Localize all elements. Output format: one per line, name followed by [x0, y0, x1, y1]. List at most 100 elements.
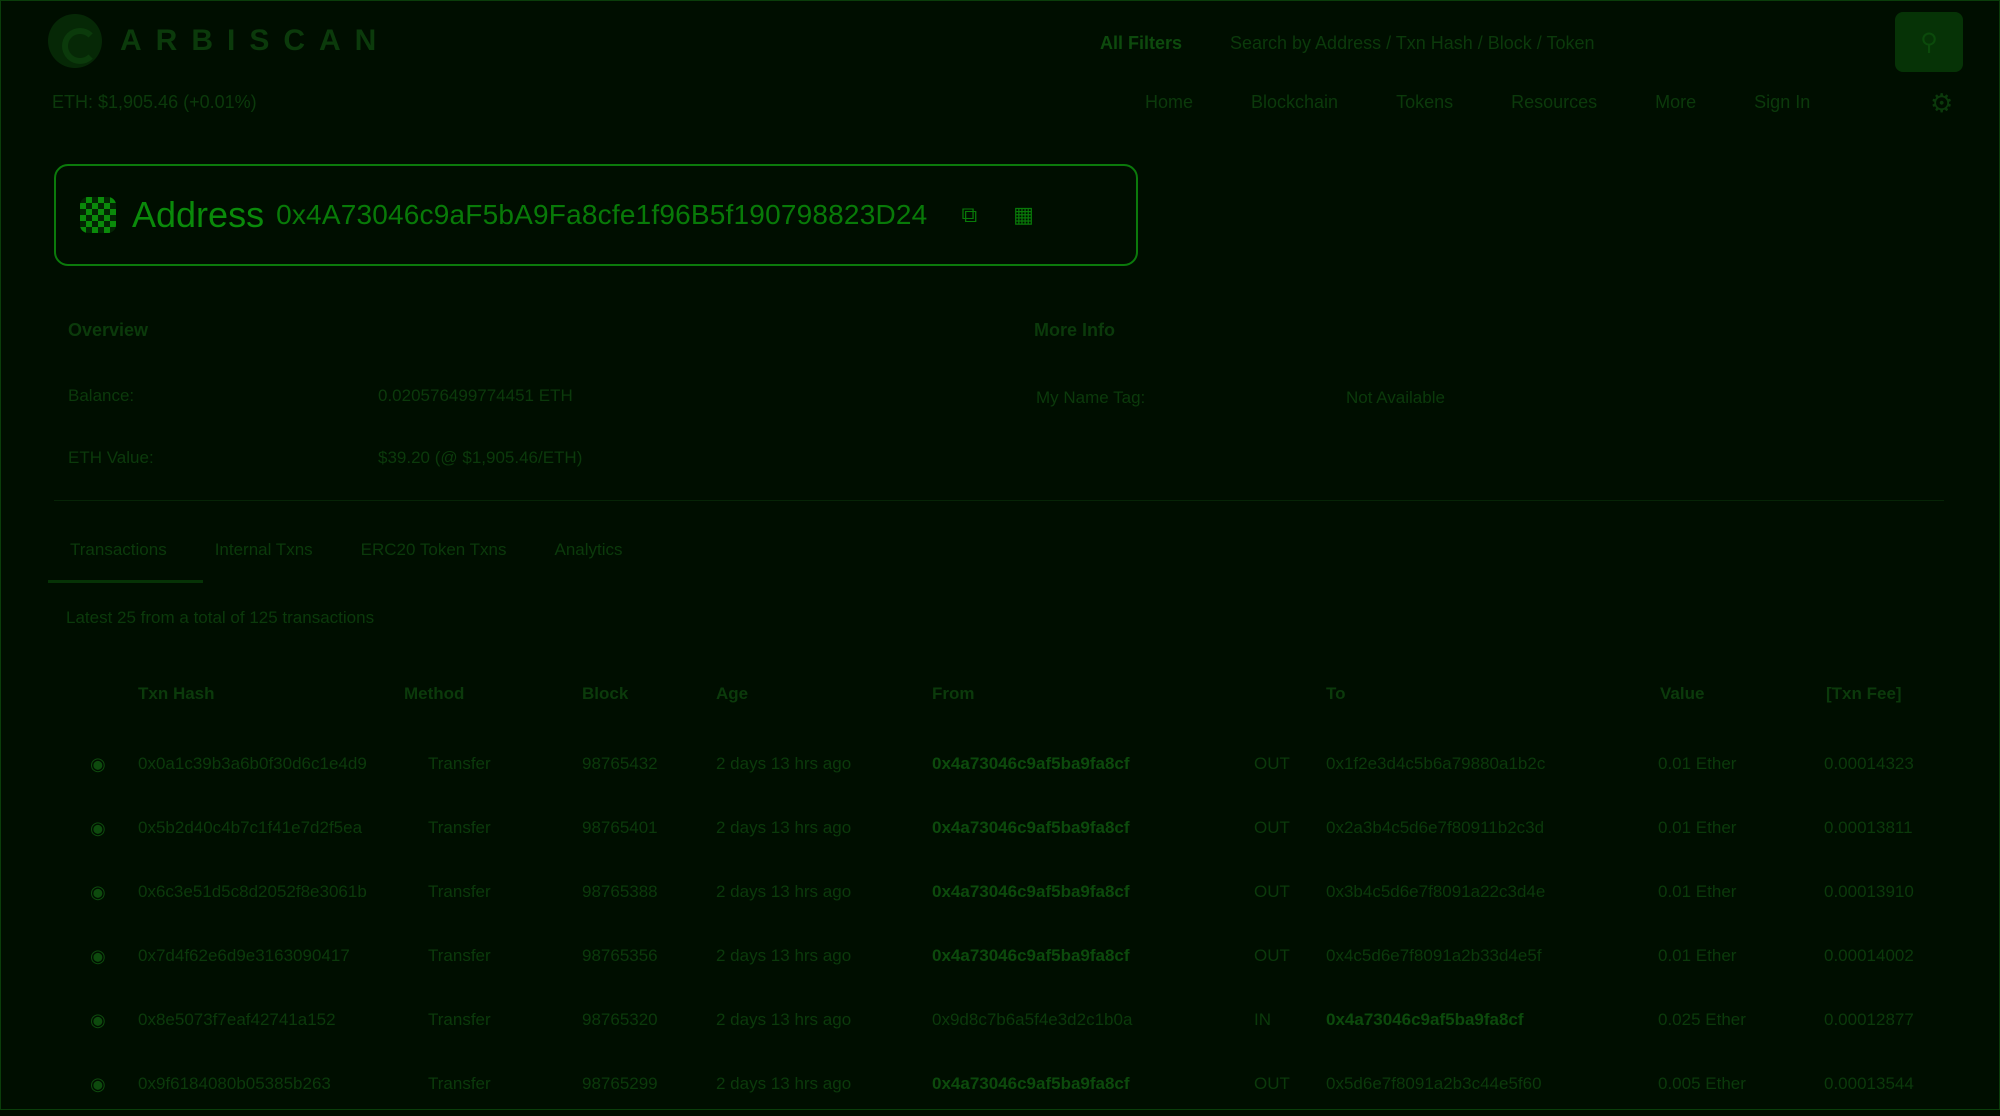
- method-badge: Transfer: [428, 818, 491, 837]
- table-row: ◉ 0x6c3e51d5c8d2052f8e3061b Transfer 987653…: [54, 860, 1944, 924]
- eye-icon[interactable]: ◉: [90, 818, 106, 839]
- method-badge: Transfer: [428, 882, 491, 901]
- search-input[interactable]: [1210, 31, 1890, 55]
- txn-hash[interactable]: 0x5b2d40c4b7c1f41e7d2f5ea: [138, 818, 362, 838]
- age: 2 days 13 hrs ago: [716, 882, 852, 901]
- eye-icon[interactable]: ◉: [90, 882, 106, 903]
- copy-icon[interactable]: ⧉: [961, 202, 977, 228]
- nav-more[interactable]: More: [1655, 92, 1696, 113]
- search-filter-select[interactable]: All Filters: [1100, 33, 1210, 54]
- latest-txn-summary: Latest 25 from a total of 125 transactio…: [66, 608, 375, 627]
- table-row: ◉ 0x9f6184080b05385b263 Transfer 98765299 2 …: [54, 1052, 1944, 1116]
- direction-badge: OUT: [1254, 818, 1290, 837]
- nav-tokens[interactable]: Tokens: [1396, 92, 1453, 113]
- nav-sign-in[interactable]: Sign In: [1754, 92, 1810, 113]
- nav-blockchain[interactable]: Blockchain: [1251, 92, 1338, 113]
- address-avatar-icon: [80, 197, 116, 233]
- name-tag-label: My Name Tag:: [1036, 388, 1146, 407]
- direction-badge: IN: [1254, 1010, 1271, 1029]
- txn-fee: 0.00014002: [1824, 946, 1914, 965]
- col-value: Value: [1660, 684, 1705, 703]
- tab-bar: Transactions Internal Txns ERC20 Token T…: [70, 540, 623, 560]
- to-address[interactable]: 0x2a3b4c5d6e7f80911b2c3d: [1326, 818, 1544, 838]
- col-txn-hash: Txn Hash: [138, 684, 215, 703]
- table-row: ◉ 0x8e5073f7eaf42741a152 Transfer 98765320 2…: [54, 988, 1944, 1052]
- block-number[interactable]: 98765320: [582, 1010, 658, 1030]
- to-address[interactable]: 0x4c5d6e7f8091a2b33d4e5f: [1326, 946, 1542, 966]
- eth-value-value: $39.20 (@ $1,905.46/ETH): [378, 448, 583, 467]
- col-from: From: [932, 684, 975, 703]
- value: 0.01 Ether: [1658, 754, 1737, 773]
- tab-erc20-token-txns[interactable]: ERC20 Token Txns: [361, 540, 507, 560]
- to-address[interactable]: 0x3b4c5d6e7f8091a22c3d4e: [1326, 882, 1545, 902]
- col-to: To: [1326, 684, 1346, 703]
- txn-fee: 0.00014323: [1824, 754, 1914, 773]
- direction-badge: OUT: [1254, 882, 1290, 901]
- main-nav: Home Blockchain Tokens Resources More Si…: [1145, 92, 1810, 113]
- nav-home[interactable]: Home: [1145, 92, 1193, 113]
- value: 0.01 Ether: [1658, 946, 1737, 965]
- txn-fee: 0.00013811: [1824, 818, 1913, 837]
- from-address[interactable]: 0x4a73046c9af5ba9fa8cf: [932, 818, 1130, 838]
- col-txn-fee: [Txn Fee]: [1826, 684, 1902, 703]
- name-tag-value: Not Available: [1346, 388, 1445, 407]
- txn-hash[interactable]: 0x8e5073f7eaf42741a152: [138, 1010, 336, 1030]
- more-info-title: More Info: [1034, 320, 1115, 340]
- to-address[interactable]: 0x5d6e7f8091a2b3c44e5f60: [1326, 1074, 1542, 1094]
- table-row: ◉ 0x0a1c39b3a6b0f30d6c1e4d9 Transfer 987654…: [54, 732, 1944, 796]
- logo-icon: [48, 14, 102, 68]
- age: 2 days 13 hrs ago: [716, 1010, 852, 1029]
- active-tab-indicator: [48, 580, 203, 583]
- col-age: Age: [716, 684, 749, 703]
- to-address[interactable]: 0x1f2e3d4c5b6a79880a1b2c: [1326, 754, 1545, 774]
- block-number[interactable]: 98765432: [582, 754, 658, 774]
- txn-hash[interactable]: 0x9f6184080b05385b263: [138, 1074, 331, 1094]
- block-number[interactable]: 98765401: [582, 818, 658, 838]
- txn-hash[interactable]: 0x0a1c39b3a6b0f30d6c1e4d9: [138, 754, 367, 774]
- from-address[interactable]: 0x4a73046c9af5ba9fa8cf: [932, 882, 1130, 902]
- block-number[interactable]: 98765356: [582, 946, 658, 966]
- txn-hash[interactable]: 0x6c3e51d5c8d2052f8e3061b: [138, 882, 367, 902]
- gear-icon[interactable]: ⚙: [1930, 88, 1953, 119]
- from-address[interactable]: 0x9d8c7b6a5f4e3d2c1b0a: [932, 1010, 1132, 1030]
- tab-transactions[interactable]: Transactions: [70, 540, 167, 560]
- from-address[interactable]: 0x4a73046c9af5ba9fa8cf: [932, 754, 1130, 774]
- balance-value: 0.020576499774451 ETH: [378, 386, 573, 405]
- from-address[interactable]: 0x4a73046c9af5ba9fa8cf: [932, 1074, 1130, 1094]
- divider: [54, 500, 1944, 501]
- eth-price: ETH: $1,905.46 (+0.01%): [52, 92, 257, 112]
- table-row: ◉ 0x5b2d40c4b7c1f41e7d2f5ea Transfer 987654…: [54, 796, 1944, 860]
- nav-resources[interactable]: Resources: [1511, 92, 1597, 113]
- value: 0.01 Ether: [1658, 818, 1737, 837]
- address-hash: 0x4A73046c9aF5bA9Fa8cfe1f96B5f190798823D…: [276, 199, 928, 230]
- direction-badge: OUT: [1254, 946, 1290, 965]
- age: 2 days 13 hrs ago: [716, 818, 852, 837]
- search-button[interactable]: ⚲: [1895, 12, 1963, 72]
- block-number[interactable]: 98765299: [582, 1074, 658, 1094]
- search-icon: ⚲: [1920, 28, 1938, 56]
- age: 2 days 13 hrs ago: [716, 754, 852, 773]
- txn-hash[interactable]: 0x7d4f62e6d9e3163090417: [138, 946, 350, 966]
- value: 0.01 Ether: [1658, 882, 1737, 901]
- eye-icon[interactable]: ◉: [90, 946, 106, 967]
- method-badge: Transfer: [428, 754, 491, 773]
- from-address[interactable]: 0x4a73046c9af5ba9fa8cf: [932, 946, 1130, 966]
- method-badge: Transfer: [428, 1074, 491, 1093]
- col-method: Method: [404, 684, 465, 703]
- overview-title: Overview: [68, 320, 149, 340]
- direction-badge: OUT: [1254, 754, 1290, 773]
- address-label: Address: [132, 194, 265, 235]
- tab-internal-txns[interactable]: Internal Txns: [215, 540, 313, 560]
- txn-fee: 0.00013910: [1824, 882, 1914, 901]
- age: 2 days 13 hrs ago: [716, 1074, 852, 1093]
- method-badge: Transfer: [428, 946, 491, 965]
- qr-icon[interactable]: ▦: [1013, 202, 1034, 228]
- eye-icon[interactable]: ◉: [90, 1010, 106, 1031]
- to-address[interactable]: 0x4a73046c9af5ba9fa8cf: [1326, 1010, 1524, 1030]
- block-number[interactable]: 98765388: [582, 882, 658, 902]
- direction-badge: OUT: [1254, 1074, 1290, 1093]
- eye-icon[interactable]: ◉: [90, 754, 106, 775]
- eye-icon[interactable]: ◉: [90, 1074, 106, 1095]
- tab-analytics[interactable]: Analytics: [555, 540, 623, 560]
- site-logo[interactable]: ARBISCAN: [48, 14, 390, 68]
